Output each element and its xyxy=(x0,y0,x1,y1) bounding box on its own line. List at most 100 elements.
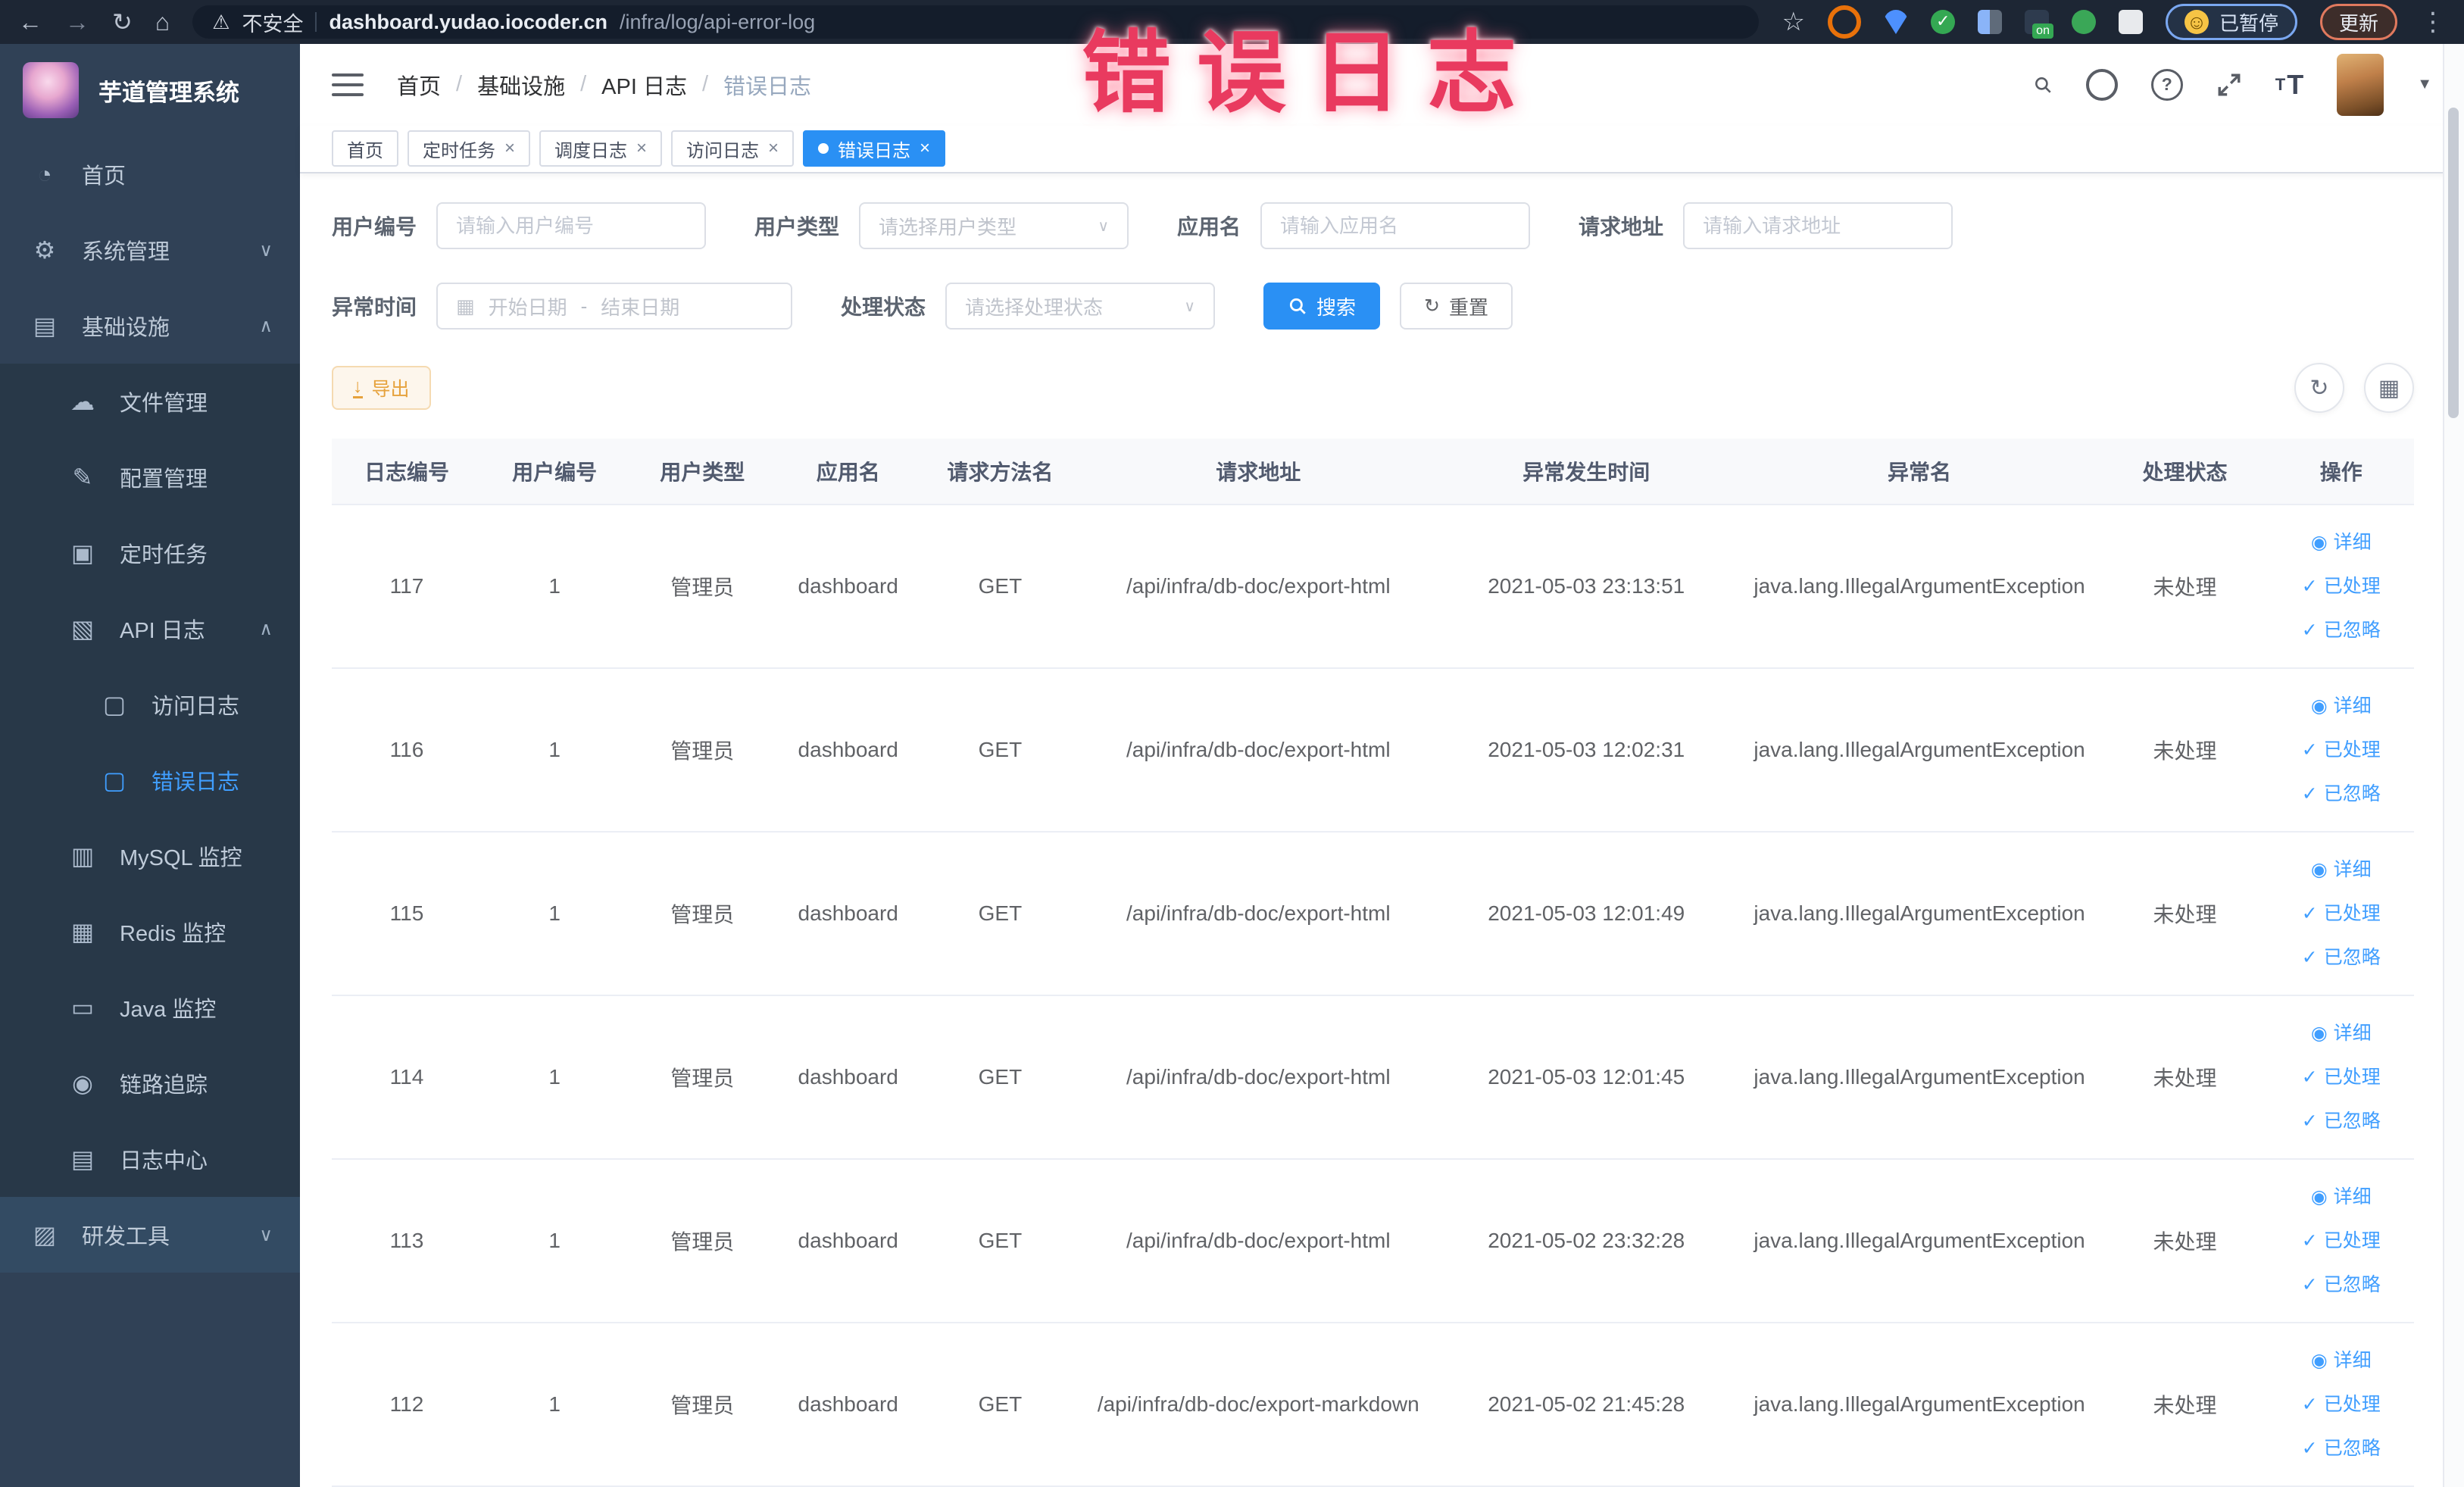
cell-user-id: 1 xyxy=(481,1159,628,1323)
close-icon[interactable]: × xyxy=(768,139,779,158)
sidebar-item-file[interactable]: ☁ 文件管理 xyxy=(0,364,300,439)
columns-button[interactable]: ▦ xyxy=(2364,363,2414,413)
sidebar-item-job[interactable]: ▣ 定时任务 xyxy=(0,515,300,591)
paused-button[interactable]: ☺ 已暂停 xyxy=(2165,4,2297,40)
detail-link[interactable]: 详细 xyxy=(2269,848,2414,892)
request-url-input[interactable] xyxy=(1683,202,1953,249)
ignore-link[interactable]: 已忽略 xyxy=(2269,772,2414,816)
extension-blue-icon[interactable] xyxy=(1883,10,1908,34)
forward-icon[interactable]: → xyxy=(65,10,89,34)
sidebar-item-java[interactable]: ▭ Java 监控 xyxy=(0,970,300,1045)
extension-orange-icon[interactable] xyxy=(1827,5,1861,39)
tab-access-log[interactable]: 访问日志 × xyxy=(671,130,795,167)
cell-id: 113 xyxy=(332,1159,482,1323)
right-toolbar: ↻ ▦ xyxy=(2294,363,2414,413)
breadcrumb-home[interactable]: 首页 xyxy=(397,69,441,101)
extension-on-badge-icon[interactable] xyxy=(2024,10,2053,39)
sidebar-item-config[interactable]: ✎ 配置管理 xyxy=(0,439,300,515)
processed-link[interactable]: 已处理 xyxy=(2269,1219,2414,1263)
user-type-select[interactable]: 请选择用户类型 ∨ xyxy=(859,202,1129,249)
sidebar-item-mysql[interactable]: ▥ MySQL 监控 xyxy=(0,818,300,894)
cell-status: 未处理 xyxy=(2101,668,2269,833)
tab-error-log[interactable]: 错误日志 × xyxy=(803,130,946,167)
browser-menu-icon[interactable]: ⋮ xyxy=(2420,7,2446,37)
close-icon[interactable]: × xyxy=(636,139,647,158)
address-bar[interactable]: ⚠ 不安全 dashboard.yudao.iocoder.cn/infra/l… xyxy=(192,5,1760,39)
reset-button[interactable]: ↻ 重置 xyxy=(1400,283,1513,330)
processed-link[interactable]: 已处理 xyxy=(2269,1382,2414,1426)
fullscreen-icon[interactable] xyxy=(2216,72,2242,98)
extensions-puzzle-icon[interactable] xyxy=(2118,10,2143,34)
extension-grid-icon[interactable] xyxy=(1977,10,2002,34)
update-button[interactable]: 更新 xyxy=(2319,4,2397,40)
breadcrumb-api-log[interactable]: API 日志 xyxy=(601,69,687,101)
sidebar-item-infra[interactable]: ▤ 基础设施 ∧ xyxy=(0,288,300,364)
app-name-input[interactable] xyxy=(1260,202,1531,249)
processed-link[interactable]: 已处理 xyxy=(2269,728,2414,772)
check-icon xyxy=(2302,1394,2318,1415)
extension-green-check-icon[interactable] xyxy=(1930,10,1955,34)
detail-link[interactable]: 详细 xyxy=(2269,1339,2414,1382)
processed-link[interactable]: 已处理 xyxy=(2269,564,2414,608)
sidebar-collapse-icon[interactable] xyxy=(332,73,364,96)
extension-green-icon[interactable] xyxy=(2071,10,2096,34)
col-user-type: 用户类型 xyxy=(627,439,778,505)
search-icon[interactable] xyxy=(2033,75,2053,95)
sidebar-item-system[interactable]: ⚙ 系统管理 ∨ xyxy=(0,212,300,288)
processed-link[interactable]: 已处理 xyxy=(2269,1055,2414,1099)
api-log-icon: ▧ xyxy=(70,615,95,642)
sidebar-item-error-log[interactable]: ▢ 错误日志 xyxy=(0,742,300,818)
detail-link[interactable]: 详细 xyxy=(2269,520,2414,564)
font-size-icon[interactable]: T xyxy=(2275,70,2303,98)
not-secure-warning-icon: ⚠ xyxy=(212,10,230,33)
scrollbar-thumb[interactable] xyxy=(2448,108,2459,418)
sidebar-item-api-log[interactable]: ▧ API 日志 ∧ xyxy=(0,591,300,667)
ignore-link[interactable]: 已忽略 xyxy=(2269,1426,2414,1470)
reload-icon[interactable]: ↻ xyxy=(112,10,133,34)
user-id-input[interactable] xyxy=(436,202,707,249)
cell-user-id: 1 xyxy=(481,668,628,833)
filter-row-1: 用户编号 用户类型 请选择用户类型 ∨ 应用名 xyxy=(332,202,2414,249)
github-icon[interactable] xyxy=(2085,68,2118,101)
url-host: dashboard.yudao.iocoder.cn xyxy=(329,10,608,33)
ignore-link[interactable]: 已忽略 xyxy=(2269,608,2414,652)
check-icon xyxy=(2302,1111,2318,1132)
bookmark-star-icon[interactable]: ☆ xyxy=(1782,7,1804,37)
home-icon[interactable]: ⌂ xyxy=(155,10,170,34)
sidebar-item-home[interactable]: ◔ 首页 xyxy=(0,136,300,212)
search-button[interactable]: 搜索 xyxy=(1263,283,1381,330)
sidebar-item-dev-tools[interactable]: ▨ 研发工具 ∨ xyxy=(0,1197,300,1273)
tools-icon: ▨ xyxy=(33,1221,57,1248)
tab-home[interactable]: 首页 xyxy=(332,130,398,167)
breadcrumb-infra[interactable]: 基础设施 xyxy=(477,69,565,101)
close-icon[interactable]: × xyxy=(504,139,515,158)
detail-link[interactable]: 详细 xyxy=(2269,1011,2414,1055)
processed-link[interactable]: 已处理 xyxy=(2269,892,2414,936)
refresh-button[interactable]: ↻ xyxy=(2294,363,2344,413)
ignore-link[interactable]: 已忽略 xyxy=(2269,1099,2414,1143)
avatar-caret-icon[interactable]: ▼ xyxy=(2417,76,2432,93)
ignore-link[interactable]: 已忽略 xyxy=(2269,1263,2414,1307)
help-icon[interactable] xyxy=(2150,68,2183,101)
close-icon[interactable]: × xyxy=(920,139,930,158)
ignore-link[interactable]: 已忽略 xyxy=(2269,936,2414,979)
back-icon[interactable]: ← xyxy=(18,10,42,34)
sidebar-item-redis[interactable]: ▦ Redis 监控 xyxy=(0,894,300,970)
date-range-picker[interactable]: ▦ 开始日期 - 结束日期 xyxy=(436,283,793,330)
sidebar-item-access-log[interactable]: ▢ 访问日志 xyxy=(0,667,300,742)
avatar[interactable] xyxy=(2337,53,2384,116)
cell-user-id: 1 xyxy=(481,505,628,669)
page-header: 首页 / 基础设施 / API 日志 / 错误日志 ? T T ▼ xyxy=(300,44,2464,126)
sidebar-item-trace[interactable]: ◉ 链路追踪 xyxy=(0,1045,300,1121)
cell-user-id: 1 xyxy=(481,1323,628,1487)
cell-user-type: 管理员 xyxy=(627,505,778,669)
process-status-select[interactable]: 请选择处理状态 ∨ xyxy=(945,283,1216,330)
page-scrollbar[interactable] xyxy=(2443,44,2464,1487)
tab-schedule-log[interactable]: 调度日志 × xyxy=(539,130,663,167)
export-button[interactable]: ↓ 导出 xyxy=(332,366,431,410)
detail-link[interactable]: 详细 xyxy=(2269,684,2414,728)
cell-id: 115 xyxy=(332,832,482,996)
detail-link[interactable]: 详细 xyxy=(2269,1175,2414,1219)
tab-timed-task[interactable]: 定时任务 × xyxy=(408,130,531,167)
sidebar-item-log-center[interactable]: ▤ 日志中心 xyxy=(0,1121,300,1197)
